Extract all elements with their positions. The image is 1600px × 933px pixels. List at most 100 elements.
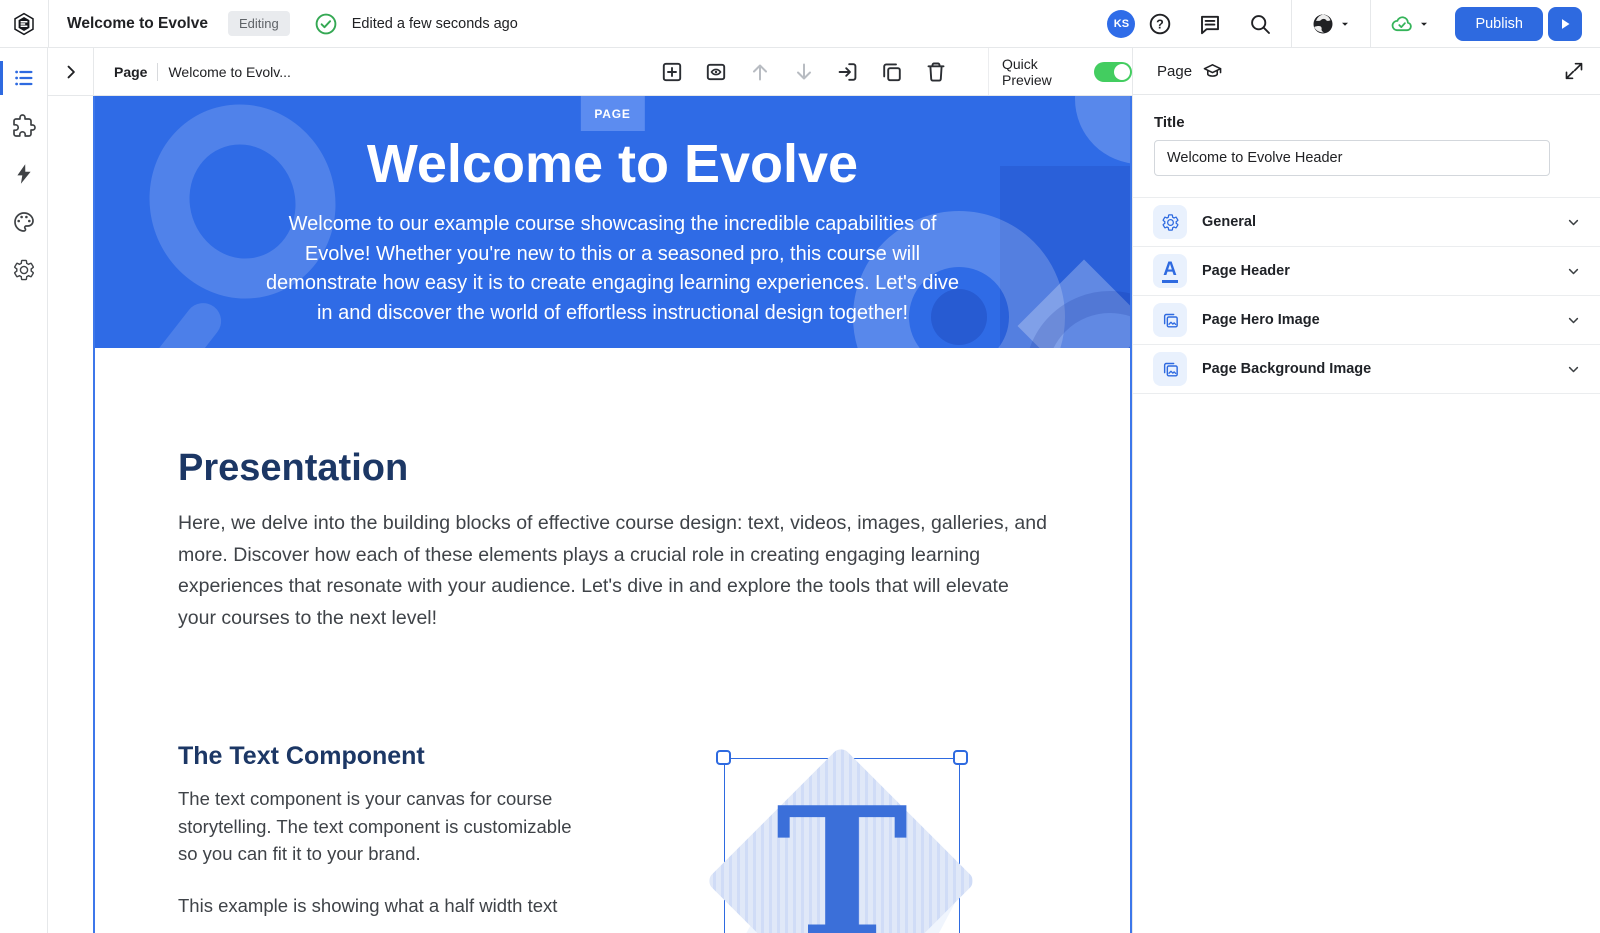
image-icon — [1153, 352, 1187, 386]
text-component-image-letter: T — [725, 775, 959, 933]
page-title-input[interactable] — [1154, 140, 1550, 176]
help-button[interactable]: ? — [1148, 12, 1172, 36]
avatar[interactable]: KS — [1107, 10, 1135, 38]
preview-play-button[interactable] — [1548, 7, 1582, 41]
move-to-button[interactable] — [836, 60, 860, 84]
breadcrumb-title[interactable]: Welcome to Evolv... — [168, 64, 290, 80]
sidebar-item-structure[interactable] — [0, 54, 47, 102]
text-style-icon: A — [1153, 254, 1187, 288]
accordion-label: Page Hero Image — [1202, 312, 1320, 328]
selection-handle-top-right[interactable] — [953, 750, 968, 765]
gear-icon — [12, 258, 36, 282]
chevron-down-icon[interactable] — [1565, 361, 1582, 378]
title-field-label: Title — [1154, 114, 1574, 131]
chevron-right-icon — [61, 62, 81, 82]
duplicate-button[interactable] — [880, 60, 904, 84]
add-component-button[interactable] — [660, 60, 684, 84]
toggle-knob — [1114, 64, 1130, 80]
divider — [157, 63, 158, 81]
move-down-button[interactable] — [792, 60, 816, 84]
page-surface[interactable]: PAGE Welcome to Evolve Welcome to our ex… — [93, 96, 1132, 933]
preview-eye-icon — [704, 60, 728, 84]
search-icon — [1248, 12, 1272, 36]
panel-header-title: Page — [1157, 63, 1192, 80]
accordion-row-page-header[interactable]: A Page Header — [1133, 247, 1600, 296]
expand-panel-button[interactable] — [1564, 61, 1584, 81]
sidebar-item-extensions[interactable] — [0, 102, 47, 150]
page-content: Presentation Here, we delve into the bui… — [95, 348, 1130, 933]
delete-button[interactable] — [924, 60, 948, 84]
copy-icon — [880, 60, 904, 84]
sidebar-item-theme[interactable] — [0, 198, 47, 246]
lightning-icon — [12, 162, 36, 186]
breadcrumb: Page Welcome to Evolv... — [114, 63, 291, 81]
presentation-body-text[interactable]: Here, we delve into the building blocks … — [178, 508, 1052, 634]
quick-preview-label: Quick Preview — [1002, 56, 1084, 88]
move-into-icon — [836, 60, 860, 84]
hero-decoration — [108, 296, 229, 348]
language-button[interactable] — [1311, 12, 1351, 36]
editor-column: Page Welcome to Evolv... — [48, 48, 1132, 933]
section-heading-text-component[interactable]: The Text Component — [178, 742, 425, 771]
search-button[interactable] — [1248, 12, 1272, 36]
chevron-down-icon[interactable] — [1565, 312, 1582, 329]
course-title: Welcome to Evolve — [67, 15, 208, 33]
accordion-label: General — [1202, 214, 1256, 230]
arrow-up-icon — [748, 60, 772, 84]
puzzle-icon — [12, 114, 36, 138]
sync-status-button[interactable] — [1390, 12, 1430, 36]
palette-icon — [12, 210, 36, 234]
main-area: Page Welcome to Evolv... — [0, 48, 1600, 933]
play-icon — [1556, 15, 1574, 33]
outline-list-icon — [12, 66, 36, 90]
image-icon — [1153, 303, 1187, 337]
chevron-down-icon[interactable] — [1565, 263, 1582, 280]
sidebar-item-actions[interactable] — [0, 150, 47, 198]
accordion-row-general[interactable]: General — [1133, 198, 1600, 247]
top-bar: Welcome to Evolve Editing Edited a few s… — [0, 0, 1600, 48]
preview-component-button[interactable] — [704, 60, 728, 84]
page-hero[interactable]: PAGE Welcome to Evolve Welcome to our ex… — [95, 96, 1130, 348]
chevron-down-icon[interactable] — [1565, 214, 1582, 231]
breadcrumb-type: Page — [114, 64, 147, 80]
page-toolbar: Page Welcome to Evolv... — [48, 48, 1132, 96]
move-up-button[interactable] — [748, 60, 772, 84]
comments-button[interactable] — [1198, 12, 1222, 36]
quick-preview-control: Quick Preview — [988, 48, 1132, 95]
properties-panel: Page Title Ge — [1132, 48, 1600, 933]
graduation-cap-icon — [1202, 61, 1223, 82]
selected-image-component[interactable]: T — [724, 758, 960, 933]
cloud-check-icon — [1390, 12, 1414, 36]
page-type-badge: PAGE — [580, 96, 644, 131]
gear-icon — [1153, 205, 1187, 239]
add-box-icon — [660, 60, 684, 84]
save-state: Edited a few seconds ago — [314, 12, 518, 36]
accordion-label: Page Background Image — [1202, 361, 1371, 377]
divider — [1370, 0, 1371, 48]
page-title-field: Title — [1133, 95, 1600, 197]
evolve-logo[interactable] — [0, 0, 49, 47]
save-status-text: Edited a few seconds ago — [352, 16, 518, 32]
topbar-actions: KS ? — [1107, 0, 1600, 47]
editing-badge: Editing — [228, 11, 290, 36]
divider — [93, 48, 94, 96]
toolbar-actions — [660, 60, 948, 84]
page-hero-subtitle[interactable]: Welcome to our example course showcasing… — [260, 210, 966, 328]
selection-handle-top-left[interactable] — [716, 750, 731, 765]
sidebar-item-settings[interactable] — [0, 246, 47, 294]
accordion-row-page-background-image[interactable]: Page Background Image — [1133, 345, 1600, 394]
divider — [1291, 0, 1292, 48]
text-component-body-1[interactable]: The text component is your canvas for co… — [178, 785, 588, 868]
text-component-body-2[interactable]: This example is showing what a half widt… — [178, 892, 588, 920]
globe-icon — [1311, 12, 1335, 36]
svg-text:?: ? — [1157, 17, 1165, 31]
page-canvas: PAGE Welcome to Evolve Welcome to our ex… — [48, 96, 1132, 933]
quick-preview-toggle[interactable] — [1094, 62, 1132, 82]
expand-tree-button[interactable] — [61, 62, 81, 82]
chevron-down-icon — [1339, 18, 1351, 30]
section-heading-presentation[interactable]: Presentation — [178, 447, 408, 490]
accordion-row-page-hero-image[interactable]: Page Hero Image — [1133, 296, 1600, 345]
panel-accordion: General A Page Header — [1133, 197, 1600, 394]
publish-button[interactable]: Publish — [1455, 7, 1543, 41]
help-icon: ? — [1148, 12, 1172, 36]
